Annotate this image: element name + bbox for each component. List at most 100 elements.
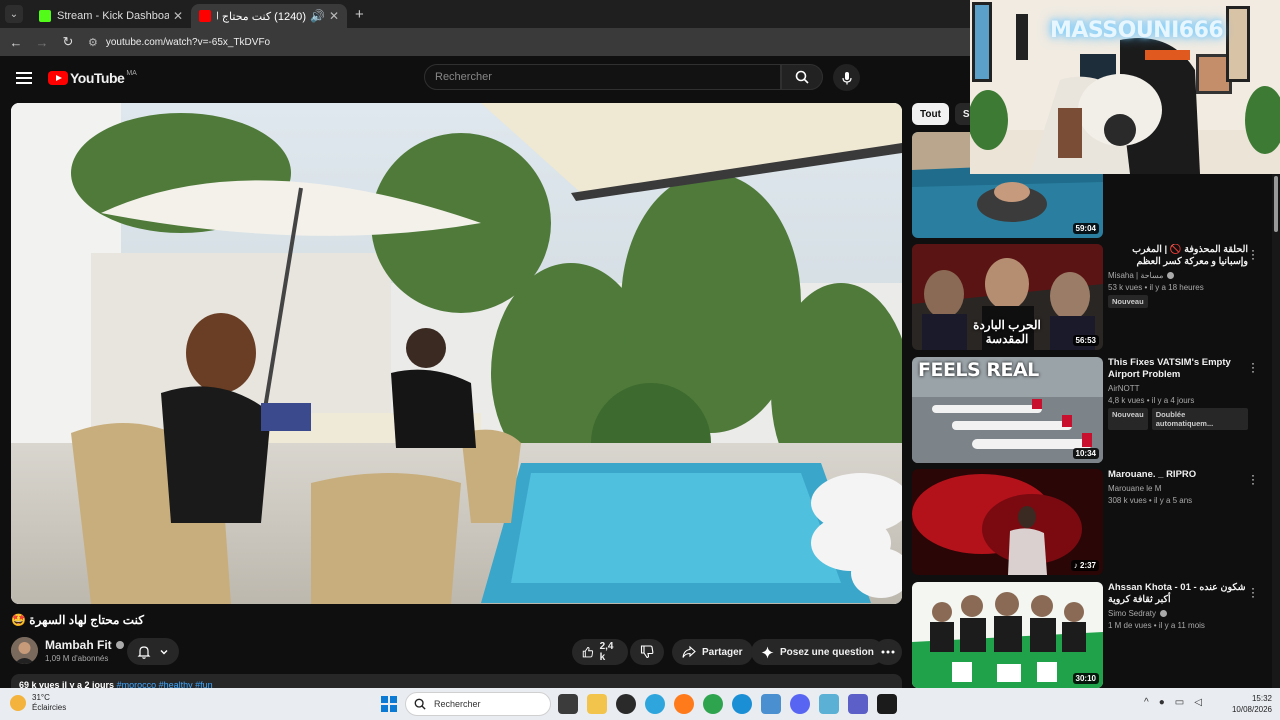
chevron-down-icon bbox=[160, 649, 168, 654]
app-icon[interactable] bbox=[616, 694, 636, 714]
discord-icon[interactable] bbox=[790, 694, 810, 714]
volume-icon[interactable]: ◁ bbox=[1194, 697, 1202, 708]
verified-icon bbox=[115, 641, 124, 649]
subscription-bell-button[interactable] bbox=[127, 638, 179, 665]
recommendation-item[interactable]: 30:10 Ahssan Khota - 01 - شكون عنده أكبر… bbox=[912, 582, 1272, 690]
search-input[interactable]: Rechercher bbox=[424, 64, 781, 90]
speaker-icon[interactable]: 🔊 bbox=[310, 9, 325, 23]
chip-all[interactable]: Tout bbox=[912, 103, 949, 125]
search-button[interactable] bbox=[781, 64, 823, 90]
sidebar-scrollbar[interactable] bbox=[1272, 174, 1280, 688]
url-text: youtube.com/watch?v=-65x_TkDVFo bbox=[105, 36, 271, 48]
recommendation-channel[interactable]: AirNOTT bbox=[1108, 384, 1248, 393]
video-duration: 59:04 bbox=[1072, 223, 1099, 234]
subscriber-count: 1,09 M d'abonnés bbox=[45, 654, 109, 663]
tray-chevron-icon[interactable]: ^ bbox=[1144, 697, 1149, 708]
more-options-icon[interactable]: · · · bbox=[1250, 582, 1256, 602]
teams-icon[interactable] bbox=[848, 694, 868, 714]
streamer-name-overlay: MASSOUNI666 bbox=[1050, 18, 1224, 43]
snipping-tool-icon[interactable] bbox=[819, 694, 839, 714]
url-field[interactable]: ⚙ youtube.com/watch?v=-65x_TkDVFo bbox=[88, 36, 270, 49]
video-thumbnail[interactable]: ♪ 2:37 bbox=[912, 469, 1103, 575]
scrollbar-thumb[interactable] bbox=[1274, 176, 1278, 232]
reload-button[interactable]: ↻ bbox=[58, 34, 78, 50]
tab-list-button[interactable]: ⌄ bbox=[5, 5, 23, 23]
ask-question-label: Posez une question bbox=[780, 646, 874, 658]
menu-icon[interactable] bbox=[16, 69, 32, 87]
voice-search-button[interactable] bbox=[833, 64, 860, 91]
temperature: 31°C bbox=[32, 693, 50, 702]
like-count: 2,4 k bbox=[599, 641, 614, 663]
recommendation-item[interactable]: FEELS REAL 10:34 This Fixes VATSIM's Emp… bbox=[912, 357, 1272, 465]
share-label: Partager bbox=[702, 646, 743, 658]
verified-icon bbox=[1160, 610, 1168, 617]
dislike-button[interactable] bbox=[630, 639, 664, 665]
firefox-icon[interactable] bbox=[674, 694, 694, 714]
bell-icon bbox=[137, 645, 151, 659]
recommendation-title[interactable]: الحلقة المحذوفة 🚫 | المغرب وإسبانيا و مع… bbox=[1108, 244, 1248, 268]
video-player[interactable] bbox=[11, 103, 902, 604]
country-code: MA bbox=[126, 69, 137, 77]
more-horizontal-icon bbox=[881, 650, 895, 654]
taskbar-apps bbox=[558, 694, 897, 714]
recommendation-channel[interactable]: Marouane le M bbox=[1108, 484, 1248, 493]
site-info-icon[interactable]: ⚙ bbox=[88, 36, 98, 49]
weather-widget[interactable]: 31°C Éclaircies bbox=[10, 693, 66, 713]
forward-button[interactable]: → bbox=[32, 35, 52, 50]
channel-avatar[interactable] bbox=[11, 637, 38, 664]
ask-question-button[interactable]: Posez une question bbox=[751, 639, 884, 665]
new-badge: Nouveau bbox=[1108, 408, 1148, 430]
recommendation-channel[interactable]: Simo Sedraty bbox=[1108, 609, 1248, 618]
network-icon[interactable]: ▭ bbox=[1175, 697, 1184, 708]
telegram-icon[interactable] bbox=[645, 694, 665, 714]
more-options-icon[interactable]: · · · bbox=[1250, 357, 1256, 377]
file-explorer-icon[interactable] bbox=[587, 694, 607, 714]
close-tab-icon[interactable]: ✕ bbox=[329, 9, 339, 23]
share-icon bbox=[682, 645, 696, 658]
chip-all-label: Tout bbox=[920, 108, 941, 120]
clock-date: 10/08/2026 bbox=[1231, 705, 1272, 714]
channel-name[interactable]: Mambah Fit bbox=[45, 638, 124, 652]
more-options-icon[interactable]: · · · bbox=[1250, 244, 1256, 264]
youtube-favicon-icon bbox=[199, 10, 211, 22]
more-actions-button[interactable] bbox=[874, 639, 902, 665]
video-thumbnail[interactable]: FEELS REAL 10:34 bbox=[912, 357, 1103, 463]
video-thumbnail[interactable]: 30:10 bbox=[912, 582, 1103, 688]
channel-text: AirNOTT bbox=[1108, 384, 1140, 393]
like-button[interactable]: 2,4 k bbox=[572, 639, 628, 665]
recommendation-title[interactable]: Marouane. _ RIPRO bbox=[1108, 469, 1248, 481]
description-box[interactable]: 69 k vues il y a 2 jours #morocco #healt… bbox=[11, 674, 902, 688]
edge-icon[interactable] bbox=[732, 694, 752, 714]
tab-youtube-video[interactable]: (1240) كنت محتاج لهاد السهرة 🔊 ✕ bbox=[191, 4, 347, 28]
recommendation-item[interactable]: ♪ 2:37 Marouane. _ RIPRO Marouane le M 3… bbox=[912, 469, 1272, 577]
recommendation-title[interactable]: Ahssan Khota - 01 - شكون عنده أكبر ثقافة… bbox=[1108, 582, 1248, 606]
taskbar-search[interactable]: Rechercher bbox=[405, 692, 551, 716]
tab-kick-dashboard[interactable]: Stream - Kick Dashboard ✕ bbox=[31, 4, 191, 28]
chrome-icon[interactable] bbox=[703, 694, 723, 714]
taskbar-clock[interactable]: 15:32 10/08/2026 bbox=[1222, 693, 1272, 715]
thumbnail-text: الحرب الباردة المقدسة bbox=[973, 318, 1041, 346]
verified-icon bbox=[1167, 272, 1175, 279]
recommendation-stats: 1 M de vues • il y a 11 mois bbox=[1108, 621, 1205, 630]
recommendation-item[interactable]: الحرب الباردة المقدسة 56:53 الحلقة المحذ… bbox=[912, 244, 1272, 352]
kick-app-icon[interactable] bbox=[877, 694, 897, 714]
task-view-icon[interactable] bbox=[558, 694, 578, 714]
recommendation-title[interactable]: This Fixes VATSIM's Empty Airport Proble… bbox=[1108, 357, 1248, 381]
windows-start-icon[interactable] bbox=[381, 696, 397, 712]
video-duration: ♪ 2:37 bbox=[1070, 560, 1099, 571]
youtube-logo[interactable]: YouTube MA bbox=[48, 70, 137, 86]
back-button[interactable]: ← bbox=[6, 35, 26, 50]
description-tags[interactable]: #morocco #healthy #fun bbox=[117, 680, 213, 688]
more-options-icon[interactable]: · · · bbox=[1250, 469, 1256, 489]
recommendation-filter-chips: Tout So bbox=[912, 103, 977, 125]
video-thumbnail[interactable]: الحرب الباردة المقدسة 56:53 bbox=[912, 244, 1103, 350]
new-tab-button[interactable]: + bbox=[355, 6, 364, 23]
recommendation-channel[interactable]: Misaha | مساحة bbox=[1108, 271, 1248, 280]
microphone-tray-icon[interactable]: ● bbox=[1159, 697, 1165, 708]
close-tab-icon[interactable]: ✕ bbox=[173, 9, 183, 23]
tab-title: (1240) كنت محتاج لهاد السهرة bbox=[217, 10, 306, 23]
share-button[interactable]: Partager bbox=[672, 639, 753, 665]
remote-desktop-icon[interactable] bbox=[761, 694, 781, 714]
video-duration: 56:53 bbox=[1072, 335, 1099, 346]
recommendation-stats: 53 k vues • il y a 18 heures bbox=[1108, 283, 1204, 292]
